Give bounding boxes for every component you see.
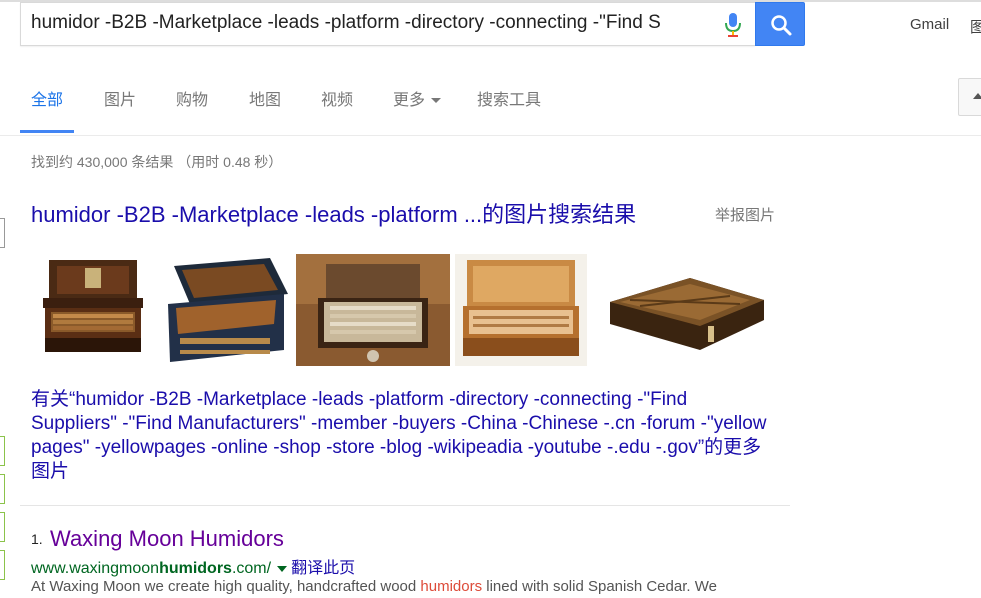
- search-button[interactable]: [755, 2, 805, 46]
- search-input[interactable]: [31, 9, 701, 37]
- tab-more[interactable]: 更多: [393, 86, 442, 110]
- more-images-link[interactable]: 有关“humidor -B2B -Marketplace -leads -pla…: [31, 388, 771, 484]
- microphone-icon[interactable]: [723, 11, 743, 39]
- result-url: www.waxingmoonhumidors.com/翻译此页: [31, 554, 355, 578]
- result-snippet: At Waxing Moon we create high quality, h…: [31, 578, 791, 595]
- result-title-link[interactable]: Waxing Moon Humidors: [50, 526, 284, 552]
- search-icon: [771, 15, 792, 36]
- url-prefix: www.waxingmoon: [31, 560, 160, 577]
- left-edge-fragment: [0, 218, 5, 248]
- tab-videos[interactable]: 视频: [321, 86, 353, 110]
- report-images-link[interactable]: 举报图片: [715, 204, 775, 225]
- humidor-thumbnail[interactable]: [31, 254, 155, 366]
- tab-more-label: 更多: [393, 92, 426, 109]
- gmail-link[interactable]: Gmail: [910, 16, 949, 33]
- left-edge-fragment: [0, 550, 5, 580]
- snippet-text: lined with solid Spanish Cedar. We: [482, 578, 717, 595]
- snippet-highlight: humidors: [420, 578, 483, 595]
- url-suffix: .com/: [231, 560, 272, 577]
- translate-page-link[interactable]: 翻译此页: [291, 560, 355, 577]
- tab-images[interactable]: 图片: [104, 86, 136, 110]
- left-edge-fragment: [0, 436, 5, 466]
- humidor-thumbnail[interactable]: [600, 254, 770, 366]
- search-box[interactable]: [20, 2, 755, 46]
- snippet-text: At Waxing Moon we create high quality, h…: [31, 578, 421, 595]
- top-bar: Gmail 图: [0, 0, 981, 60]
- url-menu-caret-icon[interactable]: [277, 565, 288, 572]
- humidor-thumbnail[interactable]: [296, 254, 450, 366]
- left-edge-fragment: [0, 474, 5, 504]
- active-tab-indicator: [20, 130, 74, 133]
- caret-down-icon: [431, 98, 442, 104]
- result-number: 1.: [31, 531, 43, 547]
- images-link[interactable]: 图: [970, 16, 981, 37]
- tab-shopping[interactable]: 购物: [176, 86, 208, 110]
- left-edge-fragment: [0, 512, 5, 542]
- tab-all[interactable]: 全部: [31, 86, 63, 110]
- url-bold: humidors: [159, 560, 232, 577]
- image-results-heading[interactable]: humidor -B2B -Marketplace -leads -platfo…: [31, 197, 636, 229]
- divider: [20, 505, 790, 506]
- tab-maps[interactable]: 地图: [249, 86, 281, 110]
- result-stats: 找到约 430,000 条结果 （用时 0.48 秒）: [31, 154, 283, 170]
- tab-search-tools[interactable]: 搜索工具: [477, 86, 541, 110]
- humidor-thumbnail[interactable]: [160, 254, 292, 366]
- humidor-thumbnail[interactable]: [455, 254, 587, 366]
- caret-up-icon: [973, 93, 981, 99]
- search-tabs: 全部 图片 购物 地图 视频 更多 搜索工具: [0, 60, 981, 136]
- settings-button[interactable]: [958, 78, 981, 116]
